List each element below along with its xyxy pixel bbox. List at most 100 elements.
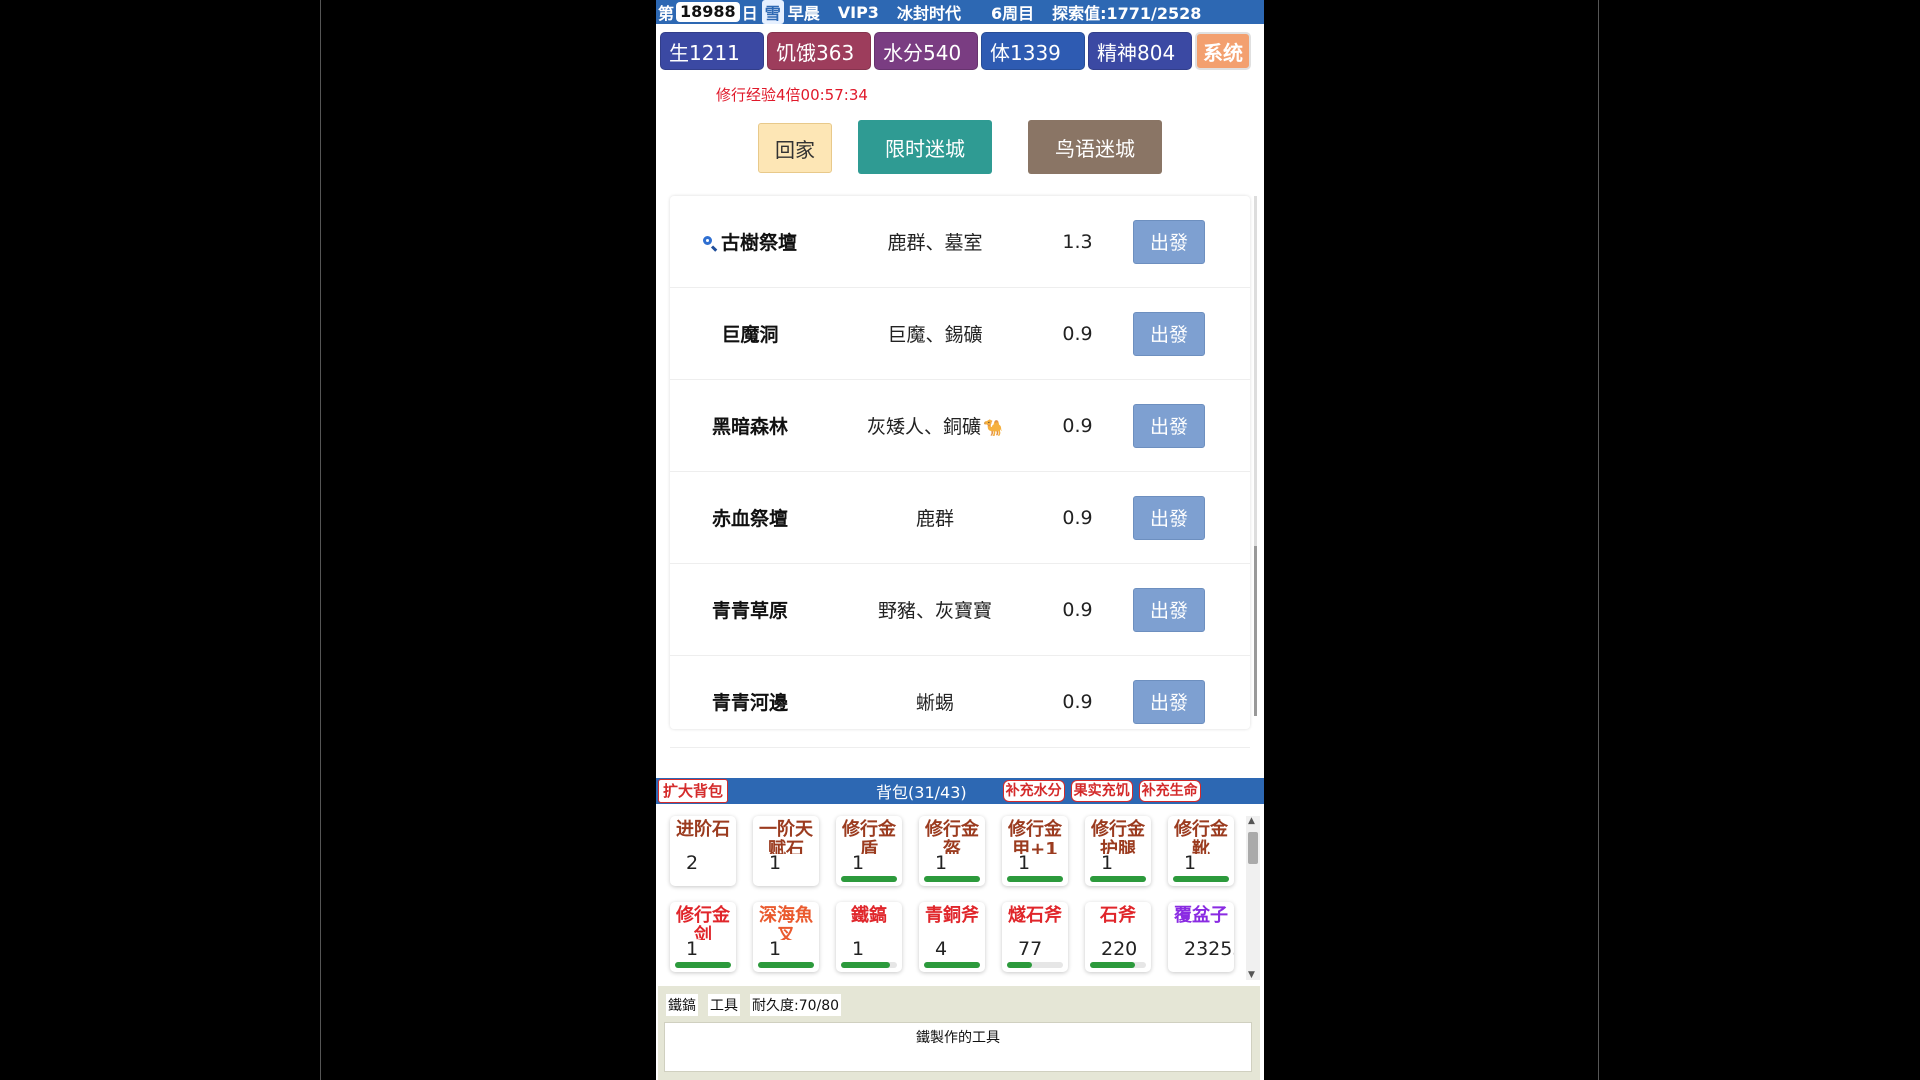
time-of-day: 早晨 xyxy=(787,4,820,23)
search-icon xyxy=(702,236,717,250)
destination-name: 青青河邊 xyxy=(711,692,788,714)
inventory-item[interactable]: 一阶天赋石 1 xyxy=(753,816,819,886)
item-quantity: 4 xyxy=(935,938,948,960)
inventory-item[interactable]: 石斧 220 xyxy=(1085,902,1151,972)
detail-item-type: 工具 xyxy=(708,994,740,1016)
destination-row: 青青河邊 蜥蜴 0.9 出發 xyxy=(670,656,1250,748)
durability-bar xyxy=(924,876,980,882)
destination-rate: 0.9 xyxy=(1062,690,1093,713)
scroll-down-icon[interactable]: ▼ xyxy=(1248,970,1255,980)
destination-name: 黑暗森林 xyxy=(711,416,788,438)
item-name: 修行金甲+1 xyxy=(1008,819,1062,855)
durability-fill xyxy=(1173,876,1229,882)
item-quantity: 2 xyxy=(686,852,699,874)
inventory-item[interactable]: 深海魚叉 1 xyxy=(753,902,819,972)
depart-button[interactable]: 出發 xyxy=(1133,495,1205,540)
scroll-up-icon[interactable]: ▲ xyxy=(1248,816,1255,826)
inventory-item[interactable]: 修行金剑 1 xyxy=(670,902,736,972)
depart-button[interactable]: 出發 xyxy=(1133,679,1205,724)
bird-maze-button[interactable]: 鸟语迷城 xyxy=(1028,120,1162,174)
destination-name: 青青草原 xyxy=(711,600,788,622)
inventory-item[interactable]: 鐵鎬 1 xyxy=(836,902,902,972)
item-name: 覆盆子 xyxy=(1174,905,1228,926)
expand-bag-button[interactable]: 扩大背包 xyxy=(658,779,729,803)
inventory-item[interactable]: 修行金盔 1 xyxy=(919,816,985,886)
destination-row: 黑暗森林 灰矮人、銅礦 🐪 0.9 出發 xyxy=(670,380,1250,472)
durability-fill xyxy=(1007,962,1033,968)
durability-bar xyxy=(1090,962,1146,968)
inventory-item[interactable]: 进阶石 2 xyxy=(670,816,736,886)
game-app: 第 18988 日 雪 早晨 VIP3 冰封时代 6周目 探索值:1771/25… xyxy=(656,0,1264,1080)
water-stat[interactable]: 水分540 xyxy=(874,32,978,70)
destination-rate: 0.9 xyxy=(1062,322,1093,345)
durability-fill xyxy=(758,962,814,968)
refill-life-button[interactable]: 补充生命 xyxy=(1138,780,1201,802)
item-name: 深海魚叉 xyxy=(759,905,813,941)
explore-value: 探索值:1771/2528 xyxy=(1052,4,1202,23)
life-stat[interactable]: 生1211 xyxy=(660,32,764,70)
item-quantity: 77 xyxy=(1018,938,1043,960)
system-button[interactable]: 系统 xyxy=(1195,32,1251,70)
depart-button[interactable]: 出發 xyxy=(1133,403,1205,448)
durability-fill xyxy=(924,962,980,968)
item-quantity: 1 xyxy=(1184,852,1197,874)
item-name: 修行金盔 xyxy=(925,819,979,855)
item-name: 一阶天赋石 xyxy=(759,819,813,855)
item-quantity: 1 xyxy=(1101,852,1114,874)
spirit-stat[interactable]: 精神804 xyxy=(1088,32,1192,70)
hunger-stat[interactable]: 饥饿363 xyxy=(767,32,871,70)
destination-name: 古樹祭壇 xyxy=(720,232,797,254)
item-detail-panel: 鐵鎬 工具 耐久度:70/80 鐵製作的工具 xyxy=(658,986,1260,1080)
era-name: 冰封时代 xyxy=(896,4,961,23)
detail-description: 鐵製作的工具 xyxy=(664,1022,1252,1072)
day-counter: 18988 xyxy=(676,2,740,22)
destination-rate: 1.3 xyxy=(1062,230,1093,253)
inventory-item[interactable]: 修行金护腿 1 xyxy=(1085,816,1151,886)
scrollbar-thumb[interactable] xyxy=(1248,832,1258,864)
inventory-item[interactable]: 修行金甲+1 1 xyxy=(1002,816,1068,886)
depart-button[interactable]: 出發 xyxy=(1133,219,1205,264)
durability-bar xyxy=(1007,962,1063,968)
durability-fill xyxy=(1090,876,1146,882)
refill-water-button[interactable]: 补充水分 xyxy=(1002,780,1065,802)
item-quantity: 23255 xyxy=(1184,938,1234,960)
inventory-item[interactable]: 修行金靴 1 xyxy=(1168,816,1234,886)
durability-bar xyxy=(675,962,731,968)
durability-fill xyxy=(924,876,980,882)
timed-maze-button[interactable]: 限时迷城 xyxy=(858,120,992,174)
item-name: 修行金护腿 xyxy=(1091,819,1145,855)
detail-item-name: 鐵鎬 xyxy=(666,994,698,1016)
depart-button[interactable]: 出發 xyxy=(1133,311,1205,356)
destination-monsters: 蜥蜴 xyxy=(915,692,954,714)
destination-monsters: 巨魔、錫礦 xyxy=(887,324,983,346)
item-quantity: 220 xyxy=(1101,938,1138,960)
body-stat[interactable]: 体1339 xyxy=(981,32,1085,70)
action-buttons: 回家 限时迷城 鸟语迷城 xyxy=(656,120,1264,174)
inventory-item[interactable]: 青銅斧 4 xyxy=(919,902,985,972)
destination-list: 古樹祭壇 鹿群、墓室 1.3 出發 巨魔洞 巨魔、錫礦 0.9 出發 黑暗森林 … xyxy=(670,196,1250,748)
durability-bar xyxy=(924,962,980,968)
destination-scrollbar[interactable] xyxy=(1254,196,1257,716)
inventory-item[interactable]: 覆盆子 23255 xyxy=(1168,902,1234,972)
item-quantity: 1 xyxy=(769,852,782,874)
scrollbar-thumb[interactable] xyxy=(1254,546,1257,716)
home-button[interactable]: 回家 xyxy=(758,123,832,173)
item-quantity: 1 xyxy=(1018,852,1031,874)
item-quantity: 1 xyxy=(769,938,782,960)
durability-bar xyxy=(1007,876,1063,882)
exp-boost-notice: 修行经验4倍00:57:34 xyxy=(716,86,868,104)
durability-fill xyxy=(841,876,897,882)
item-name: 燧石斧 xyxy=(1008,905,1062,926)
inventory-item[interactable]: 燧石斧 77 xyxy=(1002,902,1068,972)
destination-row: 巨魔洞 巨魔、錫礦 0.9 出發 xyxy=(670,288,1250,380)
inventory-item[interactable]: 修行金盾 1 xyxy=(836,816,902,886)
item-name: 修行金剑 xyxy=(676,905,730,941)
day-prefix: 第 xyxy=(658,4,675,23)
detail-durability: 耐久度:70/80 xyxy=(750,994,842,1016)
inventory-scrollbar[interactable]: ▲ ▼ xyxy=(1246,816,1260,980)
depart-button[interactable]: 出發 xyxy=(1133,587,1205,632)
status-bar: 第 18988 日 雪 早晨 VIP3 冰封时代 6周目 探索值:1771/25… xyxy=(656,0,1264,24)
eat-fruit-button[interactable]: 果实充饥 xyxy=(1070,780,1133,802)
day-suffix: 日 xyxy=(741,4,758,23)
weather-badge: 雪 xyxy=(761,0,784,24)
